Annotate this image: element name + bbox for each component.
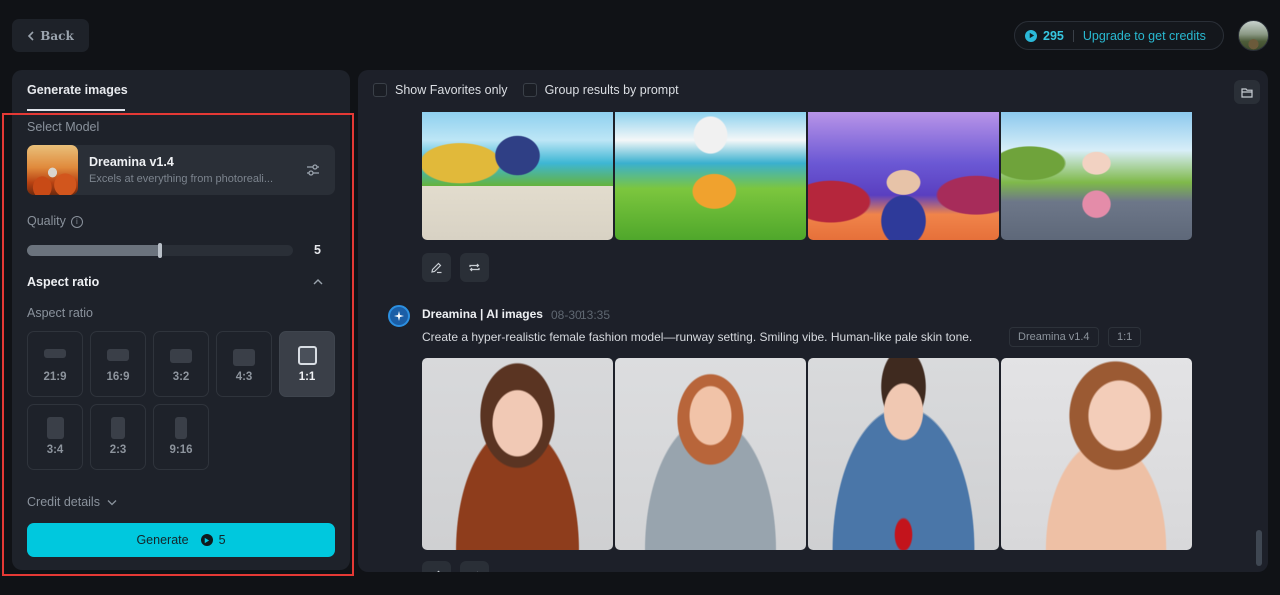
regenerate-button[interactable] (460, 561, 489, 572)
upgrade-link[interactable]: Upgrade to get credits (1083, 29, 1206, 43)
show-favorites-checkbox[interactable]: Show Favorites only (373, 83, 508, 97)
group-by-prompt-checkbox[interactable]: Group results by prompt (522, 83, 679, 97)
edit-icon (431, 262, 442, 274)
aspect-ratio-option[interactable]: 4:3 (216, 331, 272, 397)
generate-cost: 5 (218, 533, 226, 547)
quality-label-text: Quality (27, 214, 66, 228)
result-image[interactable] (422, 358, 613, 550)
credits-count: 295 (1043, 28, 1064, 43)
active-tab-indicator (27, 109, 125, 111)
chevron-left-icon (28, 30, 34, 41)
info-icon[interactable]: i (70, 216, 83, 228)
select-model-label: Select Model (27, 120, 100, 134)
aspect-ratio-label: 4:3 (235, 371, 253, 383)
credit-details-toggle[interactable]: Credit details (27, 495, 117, 509)
quality-slider[interactable] (27, 243, 293, 258)
regenerate-button[interactable] (460, 253, 489, 282)
dreamina-avatar (388, 305, 410, 327)
aspect-ratio-shape-icon (107, 349, 129, 361)
aspect-ratio-label: 2:3 (109, 444, 127, 456)
aspect-ratio-option[interactable]: 3:2 (153, 331, 209, 397)
aspect-ratio-option[interactable]: 1:1 (279, 331, 335, 397)
model-tag: Dreamina v1.4 (1009, 327, 1099, 347)
scrollbar-thumb[interactable] (1256, 530, 1262, 566)
aspect-ratio-section-title[interactable]: Aspect ratio (27, 275, 99, 289)
credit-details-label: Credit details (27, 495, 100, 509)
result-image[interactable] (422, 112, 613, 240)
checkbox-label: Show Favorites only (395, 83, 508, 97)
edit-icon (437, 570, 440, 572)
result-image[interactable] (615, 358, 806, 550)
result-date: 08-30 (551, 308, 582, 322)
folder-icon (1241, 87, 1253, 98)
back-button[interactable]: Back (12, 19, 89, 52)
current-result-images (422, 358, 1192, 550)
quality-value: 5 (314, 243, 321, 257)
aspect-ratio-label: 3:4 (46, 444, 64, 456)
ratio-tag: 1:1 (1108, 327, 1142, 347)
checkbox-label: Group results by prompt (544, 83, 679, 97)
aspect-ratio-label: Aspect ratio (27, 306, 94, 320)
aspect-ratio-label: 1:1 (298, 371, 316, 383)
edit-prompt-button[interactable] (422, 253, 451, 282)
credits-pill: 295 Upgrade to get credits (1014, 21, 1224, 50)
model-thumbnail (27, 145, 78, 195)
aspect-ratio-shape-icon (233, 349, 255, 366)
checkbox-box[interactable] (373, 83, 387, 97)
tab-generate-images[interactable]: Generate images (27, 83, 128, 97)
aspect-ratio-label: 9:16 (169, 444, 193, 456)
folder-button[interactable] (1234, 80, 1260, 104)
model-description: Excels at everything from photoreali... (89, 173, 274, 185)
aspect-ratio-option[interactable]: 16:9 (90, 331, 146, 397)
result-image[interactable] (1001, 112, 1192, 240)
chevron-up-icon[interactable] (312, 277, 324, 287)
model-name: Dreamina v1.4 (89, 155, 174, 169)
results-panel: Show Favorites only Group results by pro… (358, 70, 1268, 572)
aspect-ratio-option[interactable]: 9:16 (153, 404, 209, 470)
result-author: Dreamina | AI images (422, 307, 543, 321)
result-image[interactable] (808, 112, 999, 240)
aspect-ratio-option[interactable]: 2:3 (90, 404, 146, 470)
credit-icon (1025, 29, 1037, 42)
sparkle-icon (394, 311, 404, 321)
aspect-ratio-shape-icon (170, 349, 192, 363)
credit-icon (200, 534, 213, 546)
aspect-ratio-label: 16:9 (106, 371, 130, 383)
generate-button[interactable]: Generate 5 (27, 523, 335, 557)
aspect-ratio-option[interactable]: 3:4 (27, 404, 83, 470)
regenerate-icon (469, 263, 480, 272)
sliders-icon[interactable] (305, 162, 321, 178)
quality-label: Quality i (27, 214, 83, 228)
aspect-ratio-option[interactable]: 21:9 (27, 331, 83, 397)
result-time: 13:35 (580, 308, 611, 322)
filter-row: Show Favorites only Group results by pro… (373, 83, 694, 97)
aspect-ratio-shape-icon (175, 417, 187, 439)
quality-slider-fill (27, 245, 160, 256)
regenerate-icon (477, 571, 478, 572)
model-selector[interactable]: Dreamina v1.4 Excels at everything from … (27, 145, 335, 195)
checkbox-box[interactable] (522, 83, 537, 97)
result-image[interactable] (808, 358, 999, 550)
pill-divider (1072, 29, 1074, 42)
aspect-ratio-shape-icon (44, 349, 66, 358)
generate-label: Generate (136, 533, 189, 547)
aspect-ratio-shape-icon (46, 417, 64, 439)
aspect-ratio-shape-icon (111, 417, 125, 439)
user-avatar[interactable] (1238, 20, 1269, 51)
result-prompt: Create a hyper-realistic female fashion … (422, 330, 973, 344)
aspect-ratio-shape-icon (297, 346, 317, 365)
result-image[interactable] (615, 112, 806, 240)
quality-slider-handle[interactable] (158, 243, 162, 258)
aspect-ratio-label: 3:2 (172, 371, 190, 383)
aspect-ratio-label: 21:9 (43, 371, 67, 383)
back-label: Back (40, 28, 74, 43)
result-image[interactable] (1001, 358, 1192, 550)
chevron-down-icon (107, 499, 117, 505)
edit-prompt-button[interactable] (422, 561, 451, 572)
previous-result-images (422, 112, 1192, 240)
